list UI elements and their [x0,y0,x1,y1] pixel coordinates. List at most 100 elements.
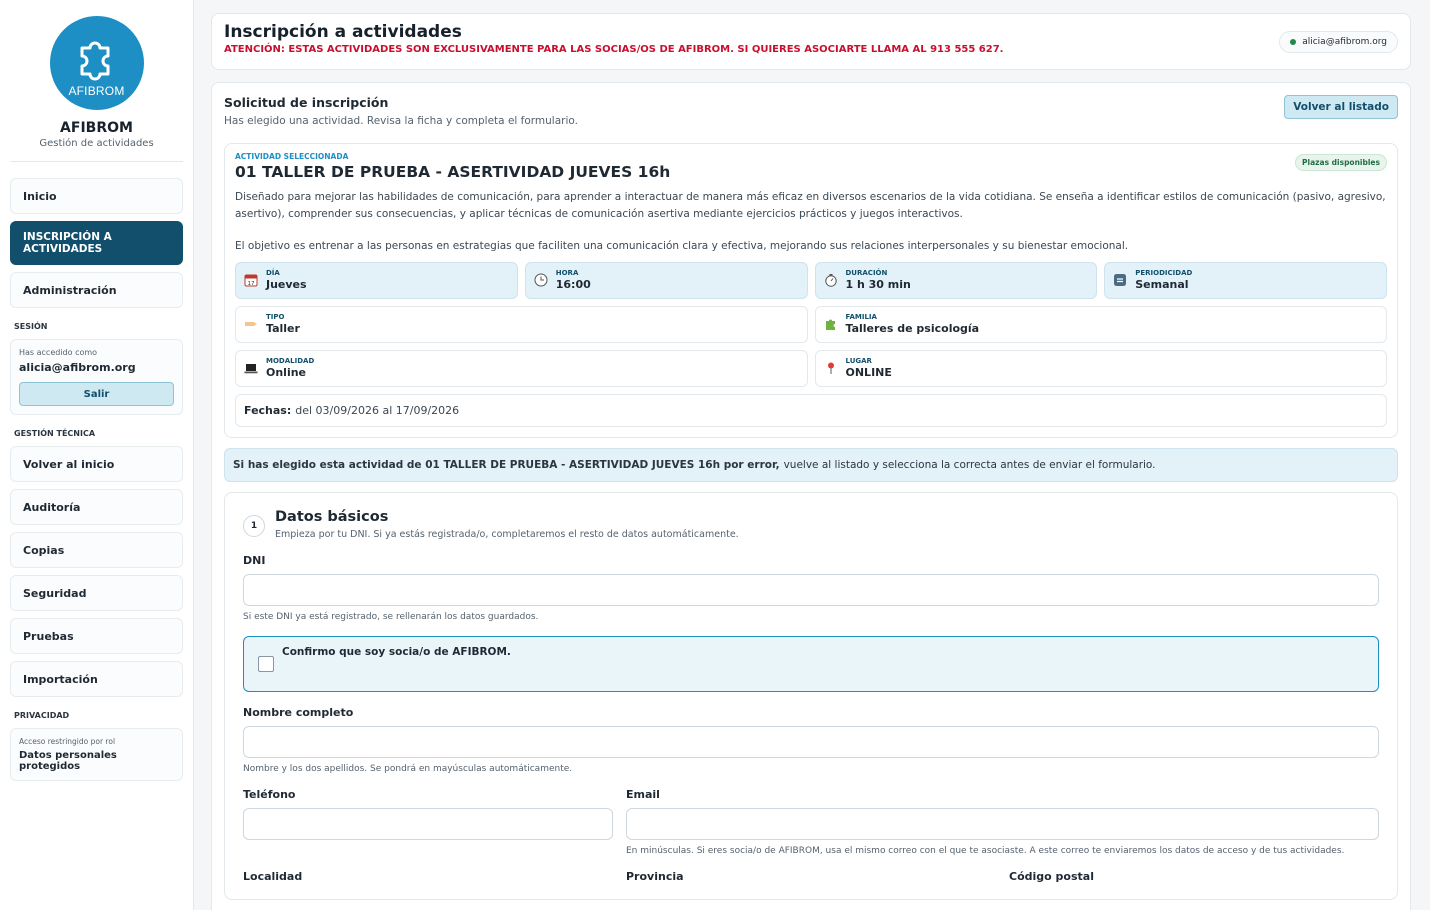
info-family: FAMILIA Talleres de psicología [814,305,1387,343]
form-title: Solicitud de inscripción [224,95,389,110]
wrong-activity-notice: Si has elegido esta actividad de 01 TALL… [224,447,1398,482]
notice-text: vuelve al listado y selecciona la correc… [783,458,1156,471]
province-label: Provincia [626,869,684,883]
sidebar-item-home[interactable]: Inicio [10,178,183,214]
user-chip-email: alicia@afibrom.org [1302,37,1387,47]
sidebar-item-import[interactable]: Importación [10,661,183,697]
info-day: 17 DÍA Jueves [235,261,518,299]
periodicity-label: PERIODICIDAD [1135,269,1193,277]
info-mode: MODALIDAD Online [235,349,808,387]
dates-value: del 03/09/2026 al 17/09/2026 [295,403,460,417]
laptop-icon [244,361,258,375]
info-type: TIPO Taller [235,305,808,343]
name-hint: Nombre y los dos apellidos. Se pondrá en… [243,763,573,774]
logout-button[interactable]: Salir [19,382,174,406]
activity-title: 01 TALLER DE PRUEBA - ASERTIVIDAD JUEVES… [235,163,671,181]
page-title: Inscripción a actividades [224,22,462,42]
type-value: Taller [266,322,300,335]
sidebar-item-audit[interactable]: Auditoría [10,489,183,525]
session-section-title: SESIÓN [14,322,48,331]
puzzle-piece-icon [824,317,838,331]
name-label: Nombre completo [243,705,354,719]
sidebar-item-backups[interactable]: Copias [10,532,183,568]
sidebar-item-security[interactable]: Seguridad [10,575,183,611]
schedule-grid: 17 DÍA Jueves HORA 16:00 DURACIÓN 1 h 30 mi… [235,261,1387,299]
form-header: Solicitud de inscripción Has elegido una… [224,95,1398,127]
logged-as-label: Has accedido como [19,348,98,357]
city-label: Localidad [243,869,303,883]
step-number: 1 [243,514,265,537]
tech-section-title: GESTIÓN TÉCNICA [14,429,96,438]
privacy-note: Acceso restringido por rol [19,737,116,746]
clock-icon [534,273,548,287]
activity-desc-2: El objetivo es entrenar a las personas e… [235,240,1129,252]
activity-desc-1: Diseñado para mejorar las habilidades de… [235,191,1386,220]
email-input[interactable] [626,807,1379,840]
privacy-box: Acceso restringido por rol Datos persona… [10,728,183,781]
afibrom-logo: AFIBROM [49,16,144,110]
stopwatch-icon [824,273,838,287]
availability-badge: Plazas disponibles [1295,154,1387,171]
dni-hint: Si este DNI ya está registrado, se relle… [243,611,539,622]
repeat-icon [1113,273,1127,287]
contact-row: Teléfono Email En minúsculas. Si eres so… [243,774,1379,856]
page-header: Inscripción a actividades ATENCIÓN: ESTA… [211,13,1411,70]
basic-data-section: 1 Datos básicos Empieza por tu DNI. Si y… [224,491,1398,900]
family-label: FAMILIA [845,313,877,321]
step-header: 1 Datos básicos Empieza por tu DNI. Si y… [243,509,1379,540]
dates-label: Fechas: [244,403,292,417]
brand-subtitle: Gestión de actividades [39,138,154,149]
day-value: Jueves [266,278,307,291]
duration-value: 1 h 30 min [845,278,911,291]
activity-label: ACTIVIDAD SELECCIONADA [235,152,349,161]
mode-label: MODALIDAD [266,357,315,365]
user-chip[interactable]: alicia@afibrom.org [1279,31,1398,53]
sidebar-item-admin[interactable]: Administración [10,272,183,308]
step-subtitle: Empieza por tu DNI. Si ya estás registra… [275,528,739,540]
activity-description: Diseñado para mejorar las habilidades de… [235,189,1387,255]
type-label: TIPO [266,313,285,321]
member-confirm-box[interactable]: Confirmo que soy socia/o de AFIBROM. [243,635,1379,692]
member-confirm-label[interactable]: Confirmo que soy socia/o de AFIBROM. [282,646,511,658]
calendar-icon: 17 [244,273,258,287]
brand-name: AFIBROM [60,120,133,136]
puzzle-icon [80,41,109,81]
main-content: Inscripción a actividades ATENCIÓN: ESTA… [211,13,1411,910]
info-hour: HORA 16:00 [524,261,808,299]
email-label: Email [626,787,660,801]
online-status-icon [1290,39,1297,45]
email-hint: En minúsculas. Si eres socia/o de AFIBRO… [626,845,1345,856]
zip-label: Código postal [1009,869,1094,883]
phone-input[interactable] [243,807,613,840]
place-label: LUGAR [845,357,872,365]
sidebar: AFIBROM AFIBROM Gestión de actividades I… [0,0,194,910]
sidebar-item-back-home[interactable]: Volver al inicio [10,446,183,482]
privacy-section-title: PRIVACIDAD [14,711,70,720]
type-grid: TIPO Taller FAMILIA Talleres de psicología [235,305,1387,343]
hour-value: 16:00 [555,278,591,291]
svg-text:17: 17 [248,281,255,287]
members-warning: ATENCIÓN: ESTAS ACTIVIDADES SON EXCLUSIV… [224,44,1004,55]
inscription-form-card: Solicitud de inscripción Has elegido una… [211,82,1411,910]
member-confirm-checkbox[interactable] [258,655,274,672]
sidebar-item-inscription[interactable]: INSCRIPCIÓN A ACTIVIDADES [10,221,183,265]
back-to-list-button[interactable]: Volver al listado [1284,95,1398,119]
selected-activity: ACTIVIDAD SELECCIONADA 01 TALLER DE PRUE… [224,143,1398,438]
privacy-label: Datos personales protegidos [19,750,117,772]
sidebar-item-tests[interactable]: Pruebas [10,618,183,654]
dni-label: DNI [243,553,266,567]
dni-input[interactable] [243,573,1379,606]
periodicity-value: Semanal [1135,278,1189,291]
mode-grid: MODALIDAD Online LUGAR ONLINE [235,349,1387,387]
logo-text: AFIBROM [68,84,125,98]
activity-dates: Fechas: del 03/09/2026 al 17/09/2026 [235,393,1387,427]
hour-label: HORA [555,269,579,277]
sidebar-divider [10,161,183,162]
address-row: Localidad Provincia Código postal [243,856,1379,883]
phone-label: Teléfono [243,787,296,801]
session-email: alicia@afibrom.org [19,361,136,374]
day-label: DÍA [266,269,280,277]
info-duration: DURACIÓN 1 h 30 min [814,261,1098,299]
full-name-input[interactable] [243,725,1379,758]
notice-bold: Si has elegido esta actividad de 01 TALL… [233,458,780,471]
